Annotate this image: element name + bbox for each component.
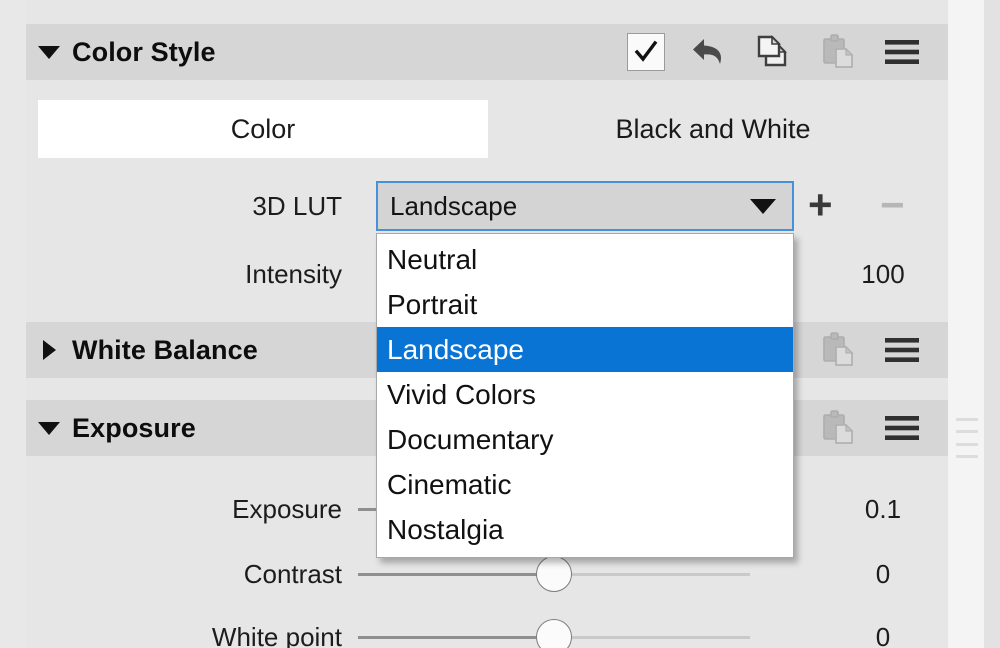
slider-fill xyxy=(358,573,554,576)
lut-combobox[interactable]: Landscape xyxy=(376,181,794,231)
value-white-point[interactable]: 0 xyxy=(818,622,948,648)
checkbox-checked-icon[interactable] xyxy=(626,31,666,73)
paste-icon xyxy=(818,31,858,73)
menu-icon[interactable] xyxy=(882,329,922,371)
slider-knob[interactable] xyxy=(536,619,572,648)
copy-icon[interactable] xyxy=(754,31,794,73)
chevron-down-icon[interactable] xyxy=(26,421,72,435)
tab-black-and-white-label: Black and White xyxy=(615,113,811,144)
menu-icon[interactable] xyxy=(882,407,922,449)
value-intensity[interactable]: 100 xyxy=(818,259,948,290)
white-point-slider-holder xyxy=(358,617,818,648)
lut-dropdown-list[interactable]: Neutral Portrait Landscape Vivid Colors … xyxy=(376,233,794,558)
undo-icon[interactable] xyxy=(690,31,730,73)
chevron-down-icon[interactable] xyxy=(734,198,792,214)
right-edge-strip xyxy=(984,0,1000,648)
slider-fill xyxy=(358,636,554,639)
label-intensity: Intensity xyxy=(245,258,342,289)
section-title-color-style: Color Style xyxy=(72,36,216,67)
lut-combobox-value: Landscape xyxy=(390,190,518,221)
contrast-slider-holder xyxy=(358,554,818,594)
menu-icon[interactable] xyxy=(882,31,922,73)
white-point-slider[interactable] xyxy=(358,617,750,648)
label-white-point: White point xyxy=(211,621,342,648)
row-white-point: White point 0 xyxy=(26,606,948,648)
value-exposure[interactable]: 0.1 xyxy=(818,494,948,525)
section-icons-white-balance xyxy=(818,329,948,371)
tab-color-label: Color xyxy=(230,113,296,144)
dropdown-option-nostalgia[interactable]: Nostalgia xyxy=(377,507,793,552)
paste-icon xyxy=(818,407,858,449)
label-exposure: Exposure xyxy=(232,493,342,524)
contrast-slider[interactable] xyxy=(358,554,750,594)
tab-black-and-white[interactable]: Black and White xyxy=(488,100,938,158)
dropdown-option-cinematic[interactable]: Cinematic xyxy=(377,462,793,507)
dropdown-option-landscape[interactable]: Landscape xyxy=(377,327,793,372)
right-rail xyxy=(948,0,984,648)
panel-splitter-grip[interactable] xyxy=(956,418,978,458)
color-style-panel: Color Style Color Black and White 3D LUT… xyxy=(0,0,1000,648)
chevron-right-icon[interactable] xyxy=(26,340,72,360)
slider-knob[interactable] xyxy=(536,556,572,592)
remove-lut-button: − xyxy=(880,181,905,228)
dropdown-option-vivid-colors[interactable]: Vivid Colors xyxy=(377,372,793,417)
section-header-color-style[interactable]: Color Style xyxy=(26,24,948,80)
add-lut-button[interactable]: + xyxy=(808,183,833,227)
section-icons-color-style xyxy=(626,31,948,73)
value-contrast[interactable]: 0 xyxy=(818,559,948,590)
dropdown-option-documentary[interactable]: Documentary xyxy=(377,417,793,462)
label-3d-lut: 3D LUT xyxy=(252,190,342,221)
dropdown-option-neutral[interactable]: Neutral xyxy=(377,237,793,282)
dropdown-option-portrait[interactable]: Portrait xyxy=(377,282,793,327)
left-gutter xyxy=(0,0,26,648)
paste-icon xyxy=(818,329,858,371)
chevron-down-icon[interactable] xyxy=(26,45,72,59)
tab-color[interactable]: Color xyxy=(38,100,488,158)
label-contrast: Contrast xyxy=(243,558,342,589)
color-mode-tabs: Color Black and White xyxy=(38,100,938,158)
